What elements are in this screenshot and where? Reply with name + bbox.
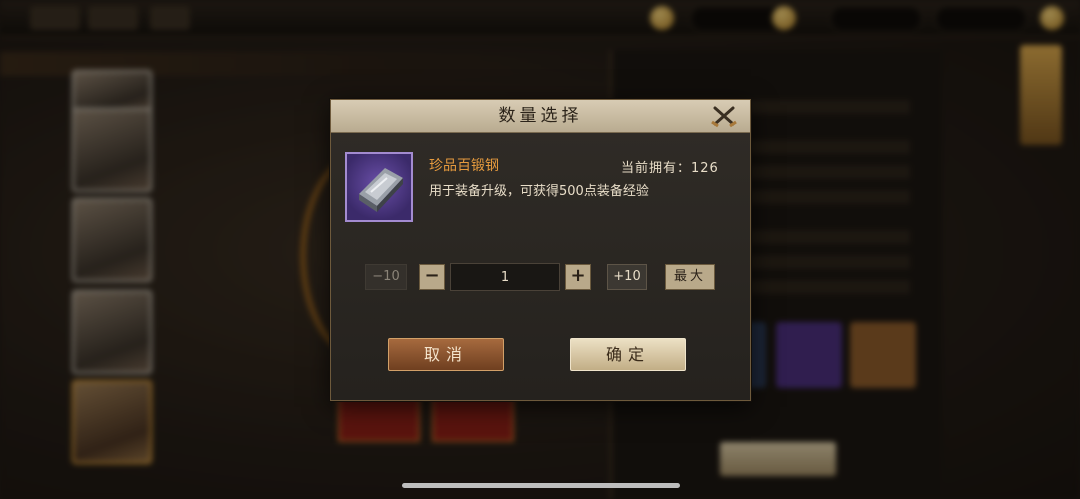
minus-button[interactable]: − [419, 264, 445, 290]
plus-button[interactable]: + [565, 264, 591, 290]
max-button[interactable]: 最大 [665, 264, 715, 290]
confirm-button[interactable]: 确定 [570, 338, 686, 371]
quantity-input[interactable] [450, 263, 560, 291]
steel-ingot-icon [345, 152, 413, 222]
dialog-title: 数量选择 [498, 106, 583, 126]
quantity-select-dialog: 数量选择 珍品百锻钢 当前拥有：126 用于装备升级，可获得500点装备经验 −… [330, 99, 751, 401]
item-description: 用于装备升级，可获得500点装备经验 [429, 184, 649, 199]
plus-10-button[interactable]: +10 [607, 264, 647, 290]
dialog-header: 数量选择 [331, 100, 750, 133]
cancel-button[interactable]: 取消 [388, 338, 504, 371]
close-icon[interactable] [707, 104, 741, 128]
minus-10-button[interactable]: −10 [365, 264, 407, 290]
home-indicator[interactable] [402, 483, 680, 488]
owned-count: 当前拥有：126 [621, 161, 719, 176]
item-name: 珍品百锻钢 [429, 158, 499, 174]
